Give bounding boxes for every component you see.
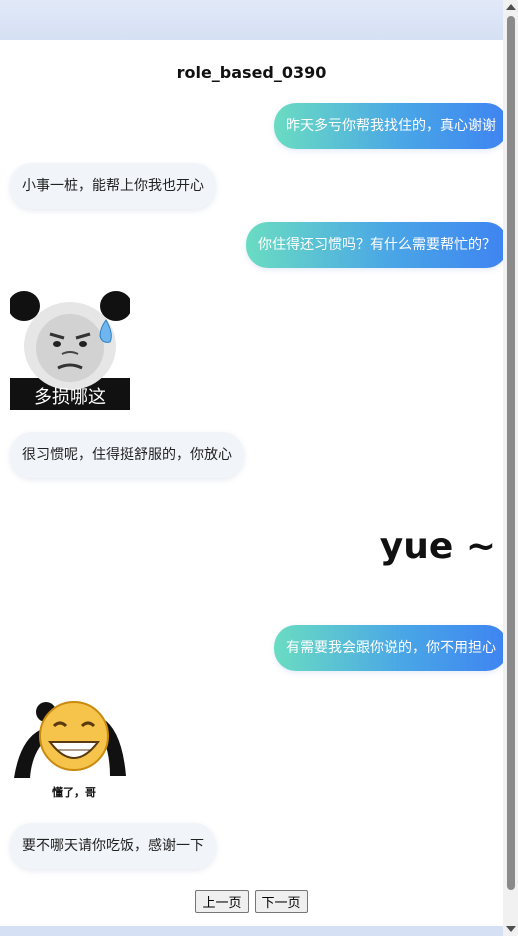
pagination: 上一页 下一页 [0,890,503,913]
smiley-meme-image: 懂了，哥 [10,690,130,802]
scroll-down-arrow-icon[interactable] [506,926,516,932]
message-bubble-received: 很习惯呢，住得挺舒服的，你放心 [10,432,244,478]
vertical-scrollbar[interactable] [503,0,518,936]
message-bubble-received: 小事一桩，能帮上你我也开心 [10,163,216,209]
bottom-bar [0,926,503,936]
chat-title: role_based_0390 [176,63,327,82]
prev-page-button[interactable]: 上一页 [195,890,249,913]
smiley-sticker: 懂了，哥 [10,690,130,802]
yue-sticker: yue ~ [378,520,498,576]
message-bubble-sent: 有需要我会跟你说的，你不用担心 [274,625,508,671]
next-page-button[interactable]: 下一页 [254,890,308,913]
scrollbar-thumb[interactable] [507,16,515,890]
yue-text-image: yue ~ [380,526,496,567]
message-bubble-sent: 昨天多亏你帮我找住的，真心谢谢 [274,103,508,149]
top-bar [0,0,503,40]
scroll-up-arrow-icon[interactable] [506,4,516,10]
sticker-caption: yue ~ [380,526,496,567]
panda-sticker: 多损哪这 [8,290,132,410]
panda-meme-image: 多损哪这 [8,290,132,410]
sticker-caption: 多损哪这 [34,387,106,408]
message-bubble-received: 要不哪天请你吃饭，感谢一下 [10,823,216,869]
sticker-caption: 懂了，哥 [52,785,96,799]
message-bubble-sent: 你住得还习惯吗？有什么需要帮忙的？ [246,222,508,268]
